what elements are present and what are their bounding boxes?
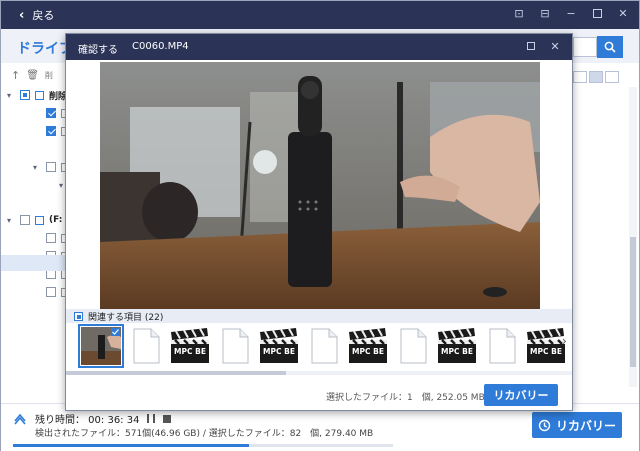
drive-icon xyxy=(35,90,44,100)
mpc-be-label: MPC BE xyxy=(352,347,384,356)
recover-label: リカバリー xyxy=(555,418,616,433)
close-icon[interactable]: ✕ xyxy=(617,6,629,20)
maximize-icon[interactable] xyxy=(526,40,536,52)
trash-icon[interactable]: 🗑 xyxy=(26,70,39,81)
mpc-be-label: MPC BE xyxy=(174,347,206,356)
tree-row[interactable]: ▾ (F: xyxy=(7,213,62,227)
tree-row[interactable] xyxy=(33,124,68,138)
tree-checkbox[interactable] xyxy=(46,108,56,118)
thumbnail-document-icon[interactable] xyxy=(123,324,169,368)
video-frame-image xyxy=(100,62,540,310)
feedback-icon[interactable]: ⊡ xyxy=(513,6,525,20)
video-preview[interactable] xyxy=(100,62,540,310)
list-view-icon[interactable] xyxy=(589,71,603,83)
found-files-summary: 検出されたファイル：571個(46.96 GB) / 選択したファイル：82 個… xyxy=(35,429,374,439)
thumbnail-document-icon[interactable] xyxy=(301,324,347,368)
stop-icon[interactable] xyxy=(163,414,172,423)
chevron-right-icon[interactable]: › xyxy=(562,334,567,348)
selected-files-info: 選択したファイル：1 個, 252.05 MB xyxy=(326,393,485,403)
tree-checkbox[interactable] xyxy=(46,233,56,243)
related-thumbnail-strip[interactable]: MPC BE MPC BE MPC BE MPC BE MPC BE xyxy=(78,324,566,370)
scan-progress-icon xyxy=(14,413,26,425)
maximize-icon[interactable] xyxy=(591,6,603,20)
app-window: ‹ 戻る ⊡ ⊟ − ✕ ドライブ I ↑ 🗑 削 ▾削除▾▾▾(F: xyxy=(0,0,640,451)
dialog-title-bar: 確認する C0060.MP4 ✕ xyxy=(66,34,572,60)
tree-row[interactable] xyxy=(33,285,68,299)
search-input[interactable] xyxy=(573,37,597,57)
tree-selection-highlight xyxy=(1,255,71,271)
scan-progress-bar xyxy=(13,444,393,447)
folder-tree-panel: ↑ 🗑 削 ▾ 削除 ▾ ▾ ▾ (F: xyxy=(1,63,94,403)
expand-arrow-icon[interactable]: ▾ xyxy=(7,91,15,100)
dialog-title: 確認する xyxy=(78,45,118,56)
thumbnail-document-icon[interactable] xyxy=(479,324,525,368)
tree-checkbox[interactable] xyxy=(46,162,56,172)
tree-row[interactable] xyxy=(33,106,68,120)
thumbnail-mpc-be-icon[interactable]: MPC BE xyxy=(256,324,302,368)
pause-icon[interactable] xyxy=(147,414,156,423)
related-items-label: 関連する項目 (22) xyxy=(88,312,164,323)
tree-checkbox[interactable] xyxy=(20,215,30,225)
recover-icon xyxy=(538,419,551,431)
chevron-left-icon: ‹ xyxy=(19,7,25,23)
up-arrow-icon[interactable]: ↑ xyxy=(11,69,20,82)
drive-icon xyxy=(35,215,44,225)
back-button[interactable]: ‹ 戻る xyxy=(19,7,54,23)
thumbnail-document-icon[interactable] xyxy=(212,324,258,368)
tree-row[interactable] xyxy=(33,231,68,245)
thumbnail-mpc-be-icon[interactable]: MPC BE xyxy=(167,324,213,368)
minimize-icon[interactable]: − xyxy=(565,6,577,20)
related-items-header[interactable]: 関連する項目 (22) xyxy=(66,309,572,323)
remaining-time-row: 残り時間： 00: 36: 34 xyxy=(13,411,172,426)
mpc-be-label: MPC BE xyxy=(263,347,295,356)
preview-dialog: 確認する C0060.MP4 ✕ 関連する項目 (22) MPC BE MPC … xyxy=(65,33,573,411)
tree-checkbox[interactable] xyxy=(20,90,30,100)
thumbnail-mpc-be-icon[interactable]: MPC BE xyxy=(523,324,566,368)
dialog-recover-button[interactable]: リカバリー xyxy=(484,384,558,406)
dialog-filename: C0060.MP4 xyxy=(132,41,189,52)
search-button[interactable] xyxy=(597,36,623,58)
tree-checkbox[interactable] xyxy=(46,287,56,297)
expand-arrow-icon[interactable]: ▾ xyxy=(33,163,41,172)
tree-checkbox[interactable] xyxy=(46,126,56,136)
mpc-be-label: MPC BE xyxy=(530,347,562,356)
tree-toolbar-label: 削 xyxy=(44,71,53,80)
related-items-checkbox[interactable] xyxy=(74,311,83,321)
menu-icon[interactable]: ⊟ xyxy=(539,6,551,20)
tree-label: (F: xyxy=(49,215,63,225)
file-list-scrollbar[interactable] xyxy=(629,87,637,387)
thumbnail-video-frame[interactable] xyxy=(78,324,124,368)
scan-progress-fill xyxy=(13,444,249,447)
tree-row[interactable]: ▾ 削除 xyxy=(7,88,67,102)
playback-progress-bar[interactable] xyxy=(66,371,572,375)
detail-view-icon[interactable] xyxy=(605,71,619,83)
title-bar: ‹ 戻る ⊡ ⊟ − ✕ xyxy=(1,1,639,29)
mpc-be-label: MPC BE xyxy=(441,347,473,356)
thumbnail-mpc-be-icon[interactable]: MPC BE xyxy=(434,324,480,368)
close-icon[interactable]: ✕ xyxy=(550,40,560,53)
search-icon xyxy=(604,41,616,53)
window-controls: ⊡ ⊟ − ✕ xyxy=(513,6,629,20)
remaining-time: 残り時間： 00: 36: 34 xyxy=(35,415,140,426)
view-toggle xyxy=(573,71,619,83)
grid-view-icon[interactable] xyxy=(573,71,587,83)
back-label: 戻る xyxy=(32,9,55,22)
recover-button[interactable]: リカバリー xyxy=(532,412,622,438)
tree-row[interactable]: ▾ xyxy=(33,160,68,174)
tree-toolbar: ↑ 🗑 削 xyxy=(11,69,53,82)
thumbnail-mpc-be-icon[interactable]: MPC BE xyxy=(345,324,391,368)
thumbnail-document-icon[interactable] xyxy=(390,324,436,368)
expand-arrow-icon[interactable]: ▾ xyxy=(7,216,15,225)
